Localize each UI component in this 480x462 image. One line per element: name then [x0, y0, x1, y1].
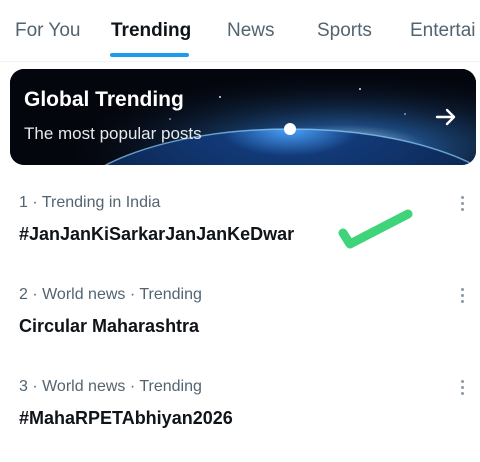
tab-entertainment[interactable]: Entertai — [410, 20, 475, 42]
trend-name: Circular Maharashtra — [19, 316, 200, 336]
tab-news[interactable]: News — [227, 20, 275, 42]
trend-context: 2 · World news · Trending — [19, 286, 202, 303]
tab-sports[interactable]: Sports — [317, 20, 372, 42]
explore-tabs: For You Trending News Sports Entertai — [0, 0, 480, 62]
tab-trending[interactable]: Trending — [111, 20, 191, 42]
banner-subtitle: The most popular posts — [24, 124, 202, 143]
active-tab-indicator — [110, 53, 189, 57]
trend-name: #MahaRPETAbhiyan2026 — [19, 408, 233, 428]
global-trending-banner[interactable]: Global Trending The most popular posts — [10, 69, 476, 165]
banner-title: Global Trending — [24, 88, 184, 111]
more-options-icon[interactable] — [456, 378, 468, 398]
trend-name: #JanJanKiSarkarJanJanKeDwar — [19, 224, 295, 244]
trend-context: 1 · Trending in India — [19, 194, 161, 211]
trend-item[interactable]: 2 · World news · Trending Circular Mahar… — [0, 286, 480, 374]
earth-horizon-image — [10, 69, 476, 165]
trend-context: 3 · World news · Trending — [19, 378, 202, 395]
checkmark-icon — [338, 209, 413, 249]
more-options-icon[interactable] — [456, 194, 468, 214]
arrow-right-icon[interactable] — [434, 105, 458, 129]
trend-item[interactable]: 3 · World news · Trending #MahaRPETAbhiy… — [0, 378, 480, 462]
tab-for-you[interactable]: For You — [15, 20, 81, 42]
more-options-icon[interactable] — [456, 286, 468, 306]
